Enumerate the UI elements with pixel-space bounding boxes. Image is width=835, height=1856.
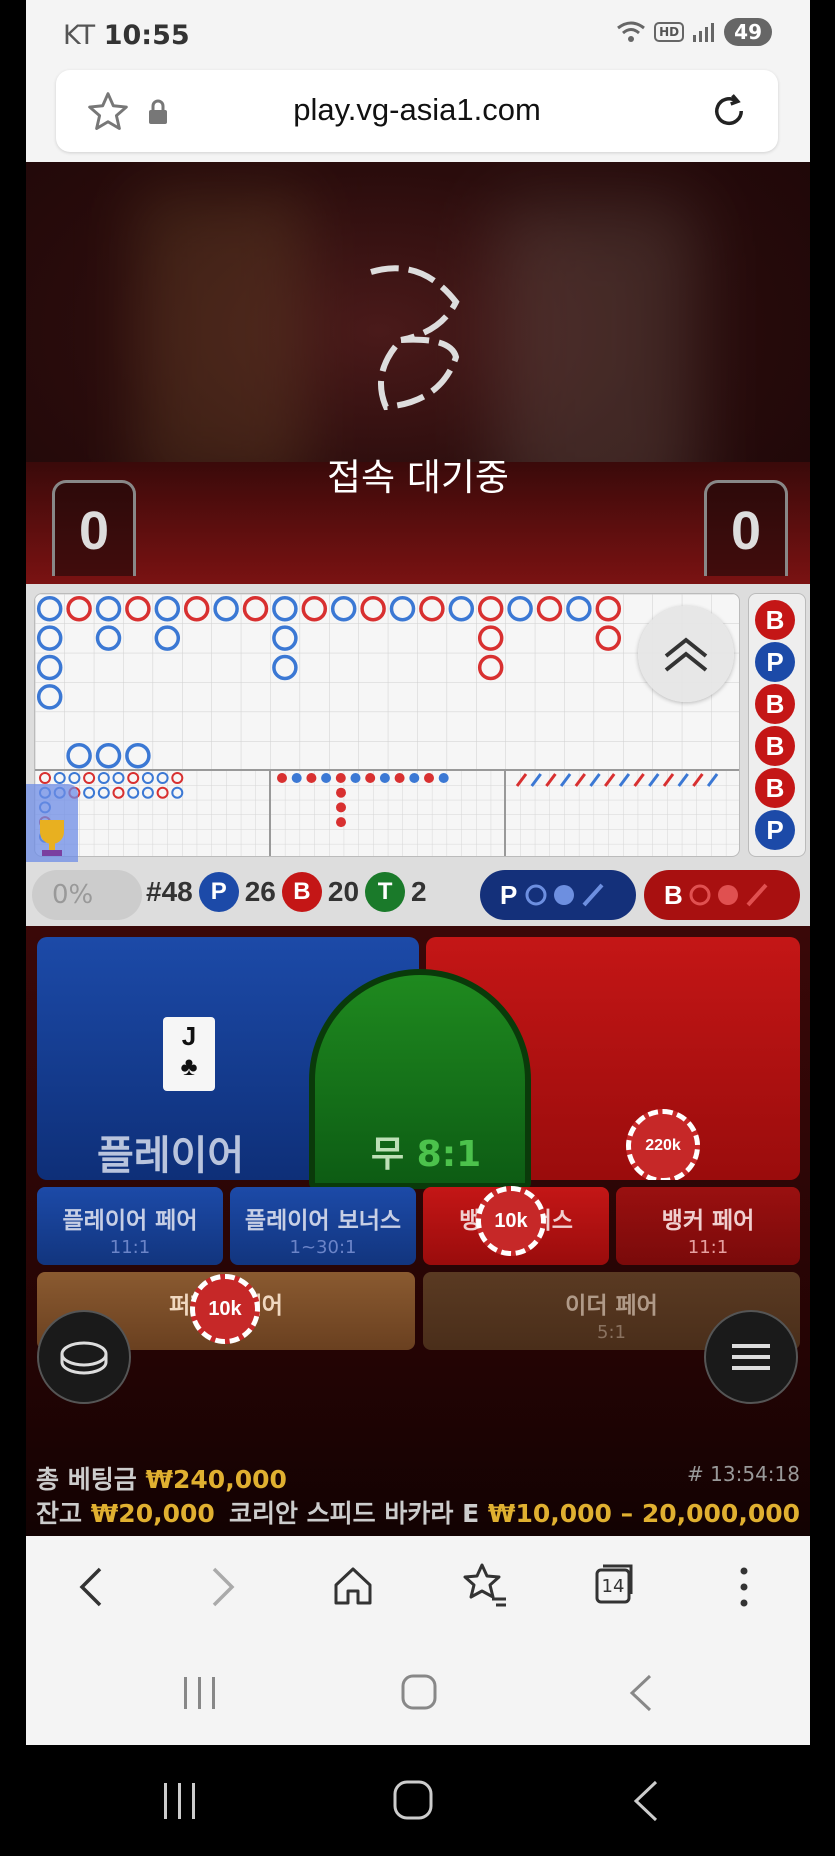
player-bonus-bet[interactable]: 플레이어 보너스 1~30:1	[230, 1187, 416, 1265]
more-options-icon[interactable]	[738, 1567, 750, 1607]
small-road-dot	[365, 773, 376, 783]
total-bet: 총 베팅금 ₩240,000	[36, 1465, 287, 1494]
home-icon[interactable]	[330, 1563, 376, 1609]
bet-info-footer: 총 베팅금 ₩240,000 # 13:54:18 잔고 ₩20,000 코리안…	[36, 1460, 800, 1528]
chip-stack-icon	[60, 1341, 108, 1375]
table-info: 코리안 스피드 바카라 E ₩10,000 – 20,000,000	[228, 1499, 800, 1528]
system-back-icon[interactable]	[626, 1673, 656, 1713]
small-road-dot	[409, 773, 420, 783]
bookmarks-icon[interactable]	[460, 1561, 510, 1609]
previous-result-dot: B	[755, 600, 795, 640]
roadmap-stats-bar: 0% #48 P 26 B 20 T 2 P B	[26, 862, 810, 922]
predict-symbols-icon	[525, 883, 604, 907]
chip-tray-button[interactable]	[37, 1310, 131, 1404]
banker-predict-button[interactable]: B	[644, 870, 800, 920]
player-card: J ♣	[163, 1017, 215, 1091]
small-road-dot	[277, 773, 287, 783]
roadmap-panel: BPBBBP 0% #48 P 26 B 20 T 2 P B	[26, 584, 810, 926]
small-road-dot	[336, 787, 346, 798]
previous-result-dot: P	[755, 810, 795, 850]
expand-roadmap-button[interactable]	[638, 606, 734, 702]
small-road-dot	[321, 773, 332, 783]
game-id: # 13:54:18	[687, 1462, 800, 1486]
round-stats: #48 P 26 B 20 T 2	[146, 872, 427, 912]
live-video-area: 접속 대기중 0 0	[26, 162, 810, 584]
round-number: #48	[146, 876, 193, 907]
bead-road-grid	[34, 593, 740, 857]
loading-spinner-icon	[370, 265, 460, 411]
status-icons: HD 49	[616, 18, 772, 46]
double-chevron-up-icon	[664, 637, 708, 672]
previous-result-dot: B	[755, 768, 795, 808]
progress-pill: 0%	[32, 870, 142, 920]
recents-icon[interactable]	[180, 1677, 220, 1709]
banker-chip: 220k	[626, 1109, 700, 1180]
tie-bet-area[interactable]: 무 8:1	[309, 969, 531, 1189]
url-text[interactable]: play.vg-asia1.com	[56, 92, 778, 128]
status-bar: KT 10:55 HD 49	[26, 0, 810, 70]
menu-button[interactable]	[704, 1310, 798, 1404]
balance: 잔고 ₩20,000	[36, 1499, 215, 1528]
forward-icon[interactable]	[202, 1565, 242, 1609]
reload-icon[interactable]	[708, 90, 750, 132]
small-road-dot	[336, 817, 346, 828]
previous-results-column: BPBBBP	[748, 593, 806, 857]
previous-result-dot: P	[755, 642, 795, 682]
player-pair-bet[interactable]: 플레이어 페어 11:1	[37, 1187, 223, 1265]
roadmap-board	[35, 594, 739, 856]
tab-count: 14	[601, 1576, 625, 1597]
previous-result-dot: B	[755, 684, 795, 724]
player-count: 26	[244, 876, 276, 907]
banker-count: 20	[327, 876, 360, 907]
system-back-icon[interactable]	[630, 1779, 662, 1823]
home-button-icon[interactable]	[400, 1673, 438, 1711]
player-predict-button[interactable]: P	[480, 870, 636, 920]
predict-symbols-icon	[689, 883, 768, 907]
tie-count: 2	[411, 876, 427, 907]
banker-pair-bet[interactable]: 뱅커 페어 11:1	[616, 1187, 800, 1265]
banker-bonus-chip: 10k	[476, 1186, 546, 1256]
small-road-dot	[306, 773, 317, 783]
battery-icon: 49	[724, 18, 772, 46]
phone-screen: KT 10:55 HD 49 play.vg-asia1.com 접속 대기중 …	[26, 0, 810, 1745]
hd-voice-icon: HD	[654, 22, 685, 42]
signal-icon	[693, 23, 715, 42]
perfect-pair-chip: 10k	[190, 1274, 260, 1344]
wifi-icon	[617, 21, 646, 42]
system-nav-light	[26, 1637, 810, 1745]
hamburger-menu-icon	[732, 1344, 770, 1370]
small-road-dot	[291, 773, 302, 783]
small-road-dot	[394, 773, 405, 783]
small-road-dot	[350, 773, 361, 783]
small-road-dot	[336, 802, 346, 813]
tabs-button[interactable]: 14	[594, 1563, 634, 1605]
banker-badge: B	[281, 872, 322, 912]
banker-score: 0	[704, 480, 788, 576]
small-road-dot	[438, 773, 449, 783]
home-button-icon[interactable]	[392, 1779, 434, 1821]
system-nav-dark	[0, 1745, 835, 1856]
tie-bet-label: 무 8:1	[371, 1134, 482, 1175]
player-score: 0	[52, 480, 136, 576]
small-road-dot	[335, 773, 346, 783]
browser-toolbar: 14	[26, 1537, 810, 1637]
small-road-dot	[379, 773, 390, 783]
connection-waiting-text: 접속 대기중	[327, 456, 509, 499]
tie-badge: T	[365, 872, 406, 912]
status-time: KT 10:55	[63, 20, 190, 51]
address-bar[interactable]: play.vg-asia1.com	[56, 70, 778, 152]
player-bet-label: 플레이어	[97, 1133, 245, 1179]
back-icon[interactable]	[72, 1565, 112, 1609]
small-road-dot	[424, 773, 434, 783]
recents-icon[interactable]	[160, 1783, 200, 1819]
previous-result-dot: B	[755, 726, 795, 766]
player-badge: P	[198, 872, 239, 912]
betting-table: J ♣ 플레이어 220k 무 8:1 플레이어 페어 11:1 플레이어 보너스 1…	[26, 926, 810, 1536]
